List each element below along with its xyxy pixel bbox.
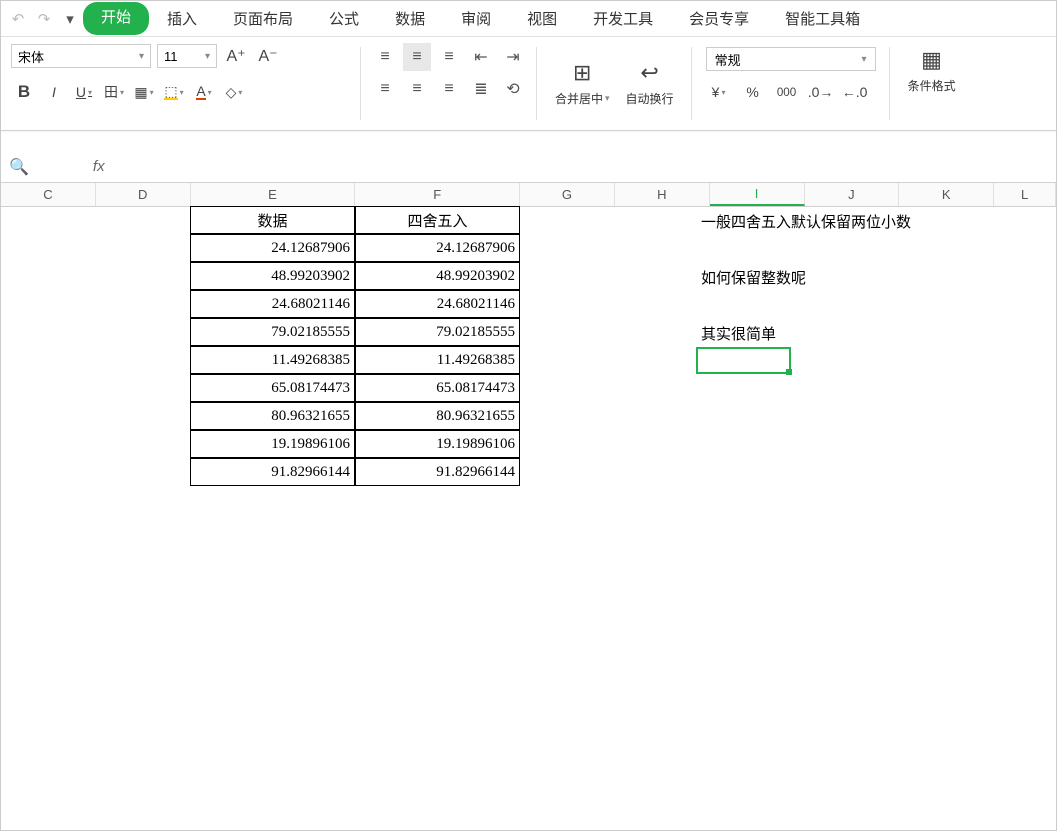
orientation-button[interactable]: ⟲ bbox=[499, 75, 527, 103]
tab-4[interactable]: 数据 bbox=[377, 2, 443, 35]
clear-format-button[interactable]: ◇▾ bbox=[221, 79, 247, 105]
tab-2[interactable]: 页面布局 bbox=[215, 2, 311, 35]
cell[interactable]: 65.08174473 bbox=[355, 374, 520, 402]
styles-group: ▦ 条件格式 bbox=[890, 37, 974, 130]
note-cell[interactable]: 一般四舍五入默认保留两位小数 bbox=[701, 207, 1021, 235]
fx-icon[interactable]: fx bbox=[93, 158, 105, 175]
cell[interactable]: 48.99203902 bbox=[355, 262, 520, 290]
col-head-F[interactable]: F bbox=[355, 183, 520, 206]
tab-9[interactable]: 智能工具箱 bbox=[767, 2, 878, 35]
alignment-group: ≡ ≡ ≡ ⇤ ⇥ ≡ ≡ ≡ ≣ ⟲ bbox=[361, 37, 537, 130]
formula-input[interactable] bbox=[105, 151, 1048, 182]
cell[interactable]: 79.02185555 bbox=[190, 318, 355, 346]
align-justify-button[interactable]: ≣ bbox=[467, 75, 495, 103]
zoom-formula-icon[interactable]: 🔍 bbox=[9, 157, 29, 177]
merge-center-button[interactable]: ⊞ 合并居中▾ bbox=[547, 43, 618, 124]
tab-0[interactable]: 开始 bbox=[83, 2, 149, 35]
tab-7[interactable]: 开发工具 bbox=[575, 2, 671, 35]
currency-button[interactable]: ¥▾ bbox=[706, 79, 732, 105]
col-head-E[interactable]: E bbox=[191, 183, 356, 206]
cell[interactable]: 91.82966144 bbox=[355, 458, 520, 486]
cell[interactable]: 79.02185555 bbox=[355, 318, 520, 346]
align-top-button[interactable]: ≡ bbox=[371, 43, 399, 71]
tab-3[interactable]: 公式 bbox=[311, 2, 377, 35]
align-left-button[interactable]: ≡ bbox=[371, 75, 399, 103]
number-group: 常规▾ ¥▾ % 000 .0→ ←.0 bbox=[692, 37, 890, 130]
col-head-G[interactable]: G bbox=[520, 183, 615, 206]
cell[interactable]: 24.12687906 bbox=[355, 234, 520, 262]
ribbon-tabs: ↶ ↷ ▾ 开始插入页面布局公式数据审阅视图开发工具会员专享智能工具箱 bbox=[1, 1, 1056, 37]
fill-color-button[interactable]: ⬚▾ bbox=[161, 79, 187, 105]
tab-6[interactable]: 视图 bbox=[509, 2, 575, 35]
cell[interactable]: 11.49268385 bbox=[190, 346, 355, 374]
cell[interactable]: 80.96321655 bbox=[355, 402, 520, 430]
font-name-select[interactable]: 宋体▾ bbox=[11, 44, 151, 68]
decrease-font-button[interactable]: A⁻ bbox=[255, 43, 281, 69]
number-format-select[interactable]: 常规▾ bbox=[706, 47, 876, 71]
cell[interactable]: 19.19896106 bbox=[190, 430, 355, 458]
cell[interactable]: 91.82966144 bbox=[190, 458, 355, 486]
col-head-C[interactable]: C bbox=[1, 183, 96, 206]
underline-button[interactable]: U▾ bbox=[71, 79, 97, 105]
cell[interactable]: 11.49268385 bbox=[355, 346, 520, 374]
cell[interactable]: 19.19896106 bbox=[355, 430, 520, 458]
align-bottom-button[interactable]: ≡ bbox=[435, 43, 463, 71]
align-middle-button[interactable]: ≡ bbox=[403, 43, 431, 71]
conditional-format-button[interactable]: ▦ 条件格式 bbox=[900, 43, 964, 98]
comma-button[interactable]: 000 bbox=[774, 79, 800, 105]
redo-button[interactable]: ↷ bbox=[31, 6, 57, 32]
undo-button[interactable]: ↶ bbox=[5, 6, 31, 32]
cell[interactable]: 48.99203902 bbox=[190, 262, 355, 290]
cell[interactable]: 数据 bbox=[190, 206, 355, 234]
font-size-select[interactable]: 11▾ bbox=[157, 44, 217, 68]
cell[interactable]: 24.68021146 bbox=[355, 290, 520, 318]
border-button[interactable]: 田▾ bbox=[101, 79, 127, 105]
note-cell[interactable]: 其实很简单 bbox=[701, 319, 1021, 347]
cell[interactable]: 四舍五入 bbox=[355, 206, 520, 234]
increase-font-button[interactable]: A⁺ bbox=[223, 43, 249, 69]
col-head-J[interactable]: J bbox=[805, 183, 900, 206]
col-head-I[interactable]: I bbox=[710, 183, 805, 206]
decrease-decimal-button[interactable]: ←.0 bbox=[842, 79, 868, 105]
wrap-text-button[interactable]: ↩ 自动换行 bbox=[618, 43, 682, 124]
cell-style-button[interactable]: ▦▾ bbox=[131, 79, 157, 105]
ribbon: 宋体▾ 11▾ A⁺ A⁻ B I U▾ 田▾ ▦▾ ⬚▾ A▾ ◇▾ ≡ ≡ … bbox=[1, 37, 1056, 131]
cell[interactable]: 80.96321655 bbox=[190, 402, 355, 430]
align-right-button[interactable]: ≡ bbox=[435, 75, 463, 103]
percent-button[interactable]: % bbox=[740, 79, 766, 105]
align-center-button[interactable]: ≡ bbox=[403, 75, 431, 103]
cell[interactable]: 24.68021146 bbox=[190, 290, 355, 318]
note-cell[interactable]: 如何保留整数呢 bbox=[701, 263, 1021, 291]
indent-increase-button[interactable]: ⇥ bbox=[499, 43, 527, 71]
formula-bar: 🔍 fx bbox=[1, 151, 1056, 183]
col-head-H[interactable]: H bbox=[615, 183, 710, 206]
font-group: 宋体▾ 11▾ A⁺ A⁻ B I U▾ 田▾ ▦▾ ⬚▾ A▾ ◇▾ bbox=[1, 37, 361, 130]
font-color-button[interactable]: A▾ bbox=[191, 79, 217, 105]
indent-decrease-button[interactable]: ⇤ bbox=[467, 43, 495, 71]
italic-button[interactable]: I bbox=[41, 79, 67, 105]
col-head-K[interactable]: K bbox=[899, 183, 994, 206]
column-headers: CDEFGHIJKL bbox=[1, 183, 1056, 207]
increase-decimal-button[interactable]: .0→ bbox=[808, 79, 834, 105]
merge-group: ⊞ 合并居中▾ ↩ 自动换行 bbox=[537, 37, 692, 130]
bold-button[interactable]: B bbox=[11, 79, 37, 105]
tab-8[interactable]: 会员专享 bbox=[671, 2, 767, 35]
cell[interactable]: 24.12687906 bbox=[190, 234, 355, 262]
tab-1[interactable]: 插入 bbox=[149, 2, 215, 35]
qat-dropdown[interactable]: ▾ bbox=[57, 6, 83, 32]
col-head-D[interactable]: D bbox=[96, 183, 191, 206]
tab-5[interactable]: 审阅 bbox=[443, 2, 509, 35]
cell[interactable]: 65.08174473 bbox=[190, 374, 355, 402]
col-head-L[interactable]: L bbox=[994, 183, 1056, 206]
active-cell-indicator bbox=[696, 347, 791, 374]
